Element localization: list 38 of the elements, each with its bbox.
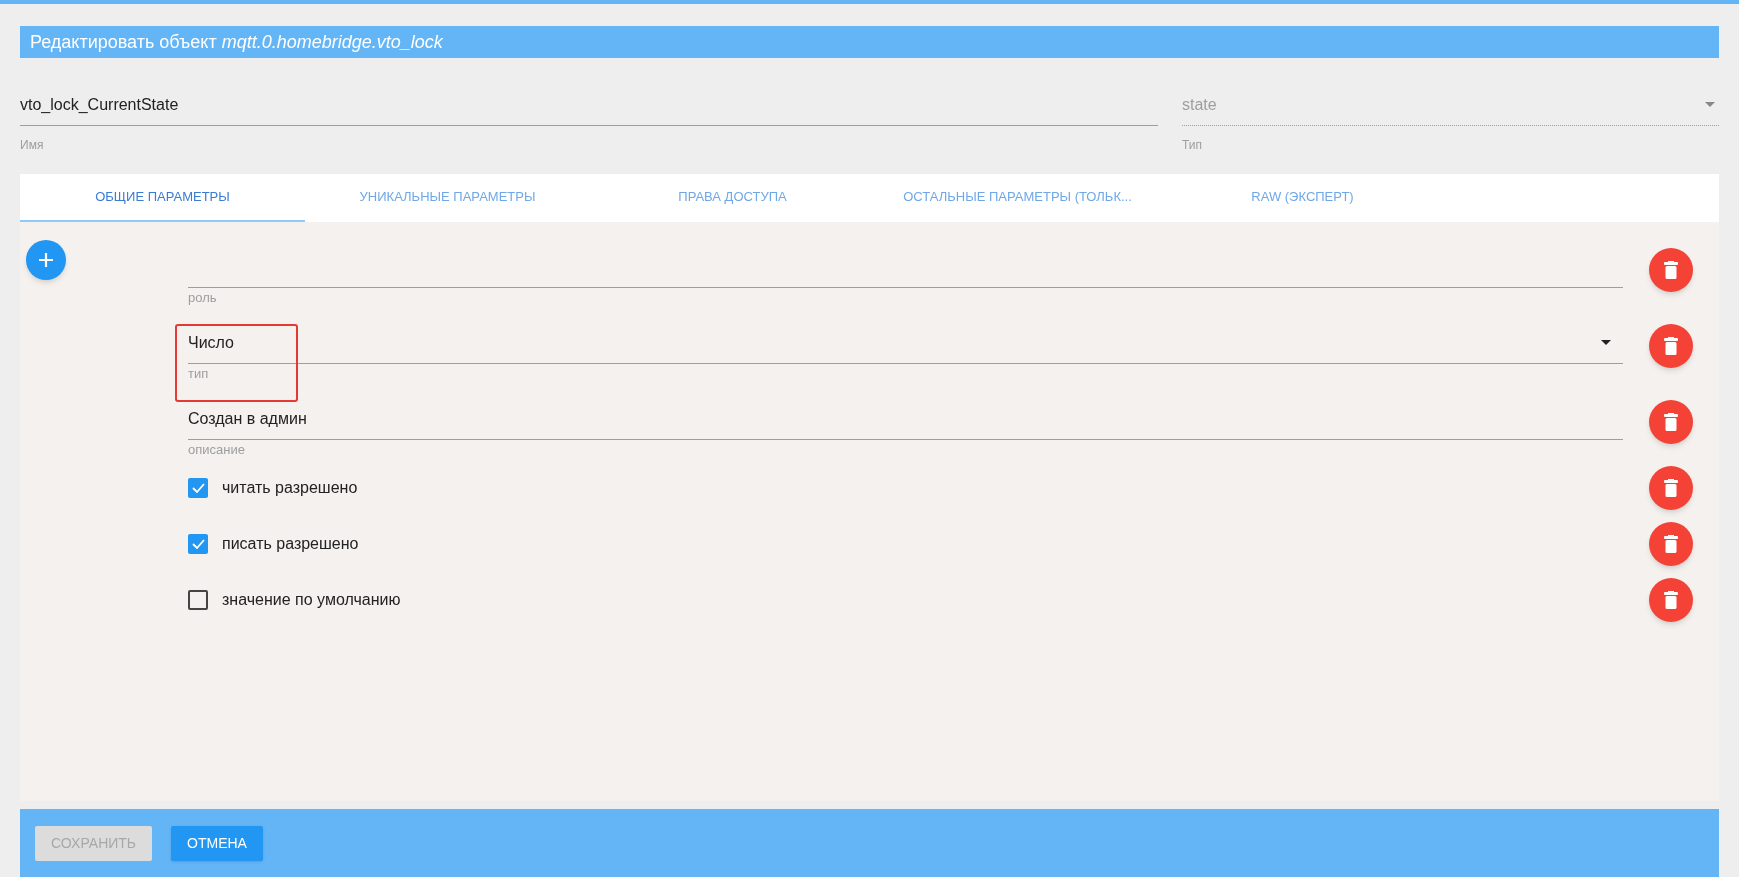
delete-button[interactable] <box>1649 324 1693 368</box>
trash-icon <box>1664 591 1678 609</box>
field-label: Имя <box>20 137 44 154</box>
trash-icon <box>1664 535 1678 553</box>
checkbox[interactable] <box>188 478 208 498</box>
name-field[interactable]: vto_lock_CurrentState <box>20 84 1158 126</box>
tab[interactable]: ОСТАЛЬНЫЕ ПАРАМЕТРЫ (ТОЛЬК... <box>875 174 1160 222</box>
tab[interactable]: RAW (ЭКСПЕРТ) <box>1160 174 1445 222</box>
tab[interactable]: УНИКАЛЬНЫЕ ПАРАМЕТРЫ <box>305 174 590 222</box>
delete-button[interactable] <box>1649 248 1693 292</box>
checkbox[interactable] <box>188 590 208 610</box>
checkbox-label: читать разрешено <box>222 478 358 498</box>
input-field[interactable]: Создан в админ <box>188 390 1623 440</box>
trash-icon <box>1664 479 1678 497</box>
field-label: тип <box>188 366 209 382</box>
checkmark-icon <box>191 483 205 493</box>
tab[interactable]: ПРАВА ДОСТУПА <box>590 174 875 222</box>
action-button[interactable]: ОТМЕНА <box>171 825 263 861</box>
caret-icon <box>1601 340 1611 345</box>
checkmark-icon <box>191 539 205 549</box>
plus-icon <box>38 252 54 268</box>
delete-button[interactable] <box>1649 400 1693 444</box>
dialog-title: Редактировать объект mqtt.0.homebridge.vto_lock <box>30 30 443 54</box>
caret-icon <box>1705 102 1715 107</box>
delete-button[interactable] <box>1649 522 1693 566</box>
select-field[interactable]: Число <box>188 314 1623 364</box>
field-label: роль <box>188 290 217 306</box>
checkbox-label: значение по умолчанию <box>222 590 401 610</box>
checkbox-label: писать разрешено <box>222 534 359 554</box>
delete-button[interactable] <box>1649 578 1693 622</box>
field-label: описание <box>188 442 245 458</box>
delete-button[interactable] <box>1649 466 1693 510</box>
field-label: Тип <box>1182 137 1202 154</box>
trash-icon <box>1664 413 1678 431</box>
trash-icon <box>1664 261 1678 279</box>
checkbox[interactable] <box>188 534 208 554</box>
trash-icon <box>1664 337 1678 355</box>
add-button[interactable] <box>26 240 66 280</box>
